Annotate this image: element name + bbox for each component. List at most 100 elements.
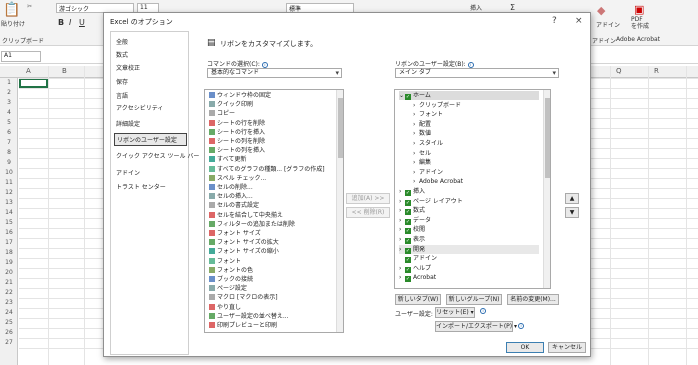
ribbon-tab-item[interactable]: › ✓ 校閲 xyxy=(399,225,425,235)
ribbon-tab-item[interactable]: › フォント xyxy=(413,110,443,119)
ribbon-tab-item[interactable]: › ✓ データ xyxy=(399,216,431,225)
row-header[interactable]: 20 xyxy=(0,269,18,279)
row-header[interactable]: 25 xyxy=(0,319,18,329)
nav-item[interactable]: クイック アクセス ツール バー xyxy=(114,150,199,161)
name-box[interactable]: A1 xyxy=(1,51,41,62)
row-header[interactable]: 14 xyxy=(0,209,18,219)
row-header[interactable]: 8 xyxy=(0,149,18,159)
addin-icon[interactable]: ◆ xyxy=(597,4,605,17)
nav-item[interactable]: 言語 xyxy=(114,90,187,101)
commands-dropdown[interactable]: 基本的なコマンド xyxy=(207,68,342,78)
ribbon-tab-item[interactable]: › ✓ ヘルプ xyxy=(399,264,431,273)
italic-button[interactable]: I xyxy=(69,18,71,27)
reset-button[interactable]: リセット(E) ▾ xyxy=(435,307,475,318)
command-item[interactable]: セルの書式設定 xyxy=(209,201,259,210)
row-header[interactable]: 6 xyxy=(0,129,18,139)
nav-item[interactable]: トラスト センター xyxy=(114,181,187,192)
tab-checkbox[interactable]: ✓ xyxy=(405,276,411,283)
nav-item[interactable]: 全般 xyxy=(114,36,187,47)
ribbon-tab-item[interactable]: › ✓ 表示 xyxy=(399,235,425,244)
nav-item[interactable]: 文章校正 xyxy=(114,62,187,73)
row-header[interactable]: 1 xyxy=(0,79,18,89)
command-item[interactable]: すべて更新 xyxy=(209,155,246,164)
ribbon-dropdown[interactable]: メイン タブ xyxy=(395,68,559,78)
nav-item[interactable]: アクセシビリティ xyxy=(114,102,187,113)
row-header[interactable]: 15 xyxy=(0,219,18,229)
cut-icon[interactable]: ✂ xyxy=(27,3,32,10)
row-header[interactable]: 9 xyxy=(0,159,18,169)
row-header[interactable]: 5 xyxy=(0,119,18,129)
command-item[interactable]: やり直し xyxy=(209,303,241,312)
ribbon-tab-item[interactable]: › クリップボード xyxy=(413,101,461,110)
rename-button[interactable]: 名前の変更(M)... xyxy=(507,294,559,305)
row-header[interactable]: 27 xyxy=(0,339,18,349)
tab-checkbox[interactable]: ✓ xyxy=(405,199,411,206)
row-header[interactable]: 23 xyxy=(0,299,18,309)
column-header[interactable]: A xyxy=(26,67,31,75)
row-header[interactable]: 16 xyxy=(0,229,18,239)
command-item[interactable]: すべてのグラフの種類... [グラフの作成] xyxy=(209,165,325,174)
tab-checkbox[interactable]: ✓ xyxy=(405,257,411,264)
tabs-scrollbar[interactable] xyxy=(543,90,550,288)
column-header[interactable]: R xyxy=(654,67,659,75)
row-header[interactable]: 2 xyxy=(0,89,18,99)
command-item[interactable]: コピー xyxy=(209,109,235,118)
underline-button[interactable]: U xyxy=(79,18,85,27)
command-item[interactable]: フォント サイズの縮小 xyxy=(209,247,279,256)
insert-cells-button[interactable]: 挿入 xyxy=(470,3,482,12)
row-header[interactable]: 7 xyxy=(0,139,18,149)
command-item[interactable]: フィルターの追加または削除 xyxy=(209,220,295,229)
pdf-icon[interactable]: ▣ xyxy=(634,3,644,16)
tab-checkbox[interactable]: ✓ xyxy=(405,266,411,273)
ribbon-tab-item[interactable]: › アドイン xyxy=(413,168,443,177)
nav-item[interactable]: 数式 xyxy=(114,49,187,60)
ribbon-tab-item[interactable]: › ✓ ページ レイアウト xyxy=(399,197,463,206)
command-item[interactable]: フォント サイズの拡大 xyxy=(209,238,279,247)
command-item[interactable]: フォント xyxy=(209,257,241,266)
command-item[interactable]: ブックの接続 xyxy=(209,275,253,284)
ok-button[interactable]: OK xyxy=(506,342,544,353)
nav-item[interactable]: 保存 xyxy=(114,76,187,87)
command-item[interactable]: ユーザー設定の並べ替え... xyxy=(209,312,289,321)
command-item[interactable]: シートの行を削除 xyxy=(209,119,265,128)
move-down-button[interactable]: ▼ xyxy=(565,207,579,218)
close-button[interactable]: × xyxy=(575,16,583,26)
nav-item[interactable]: リボンのユーザー設定 xyxy=(114,133,187,146)
new-group-button[interactable]: 新しいグループ(N) xyxy=(446,294,502,305)
paste-icon[interactable]: 📋 xyxy=(3,2,20,18)
commands-list[interactable]: ウィンドウ枠の固定 クイック印刷 コピー シートの行を削除 シートの行を挿入 シートの列を… xyxy=(204,89,344,333)
tab-checkbox[interactable]: ✓ xyxy=(405,228,411,235)
command-item[interactable]: フォント サイズ xyxy=(209,229,261,238)
ribbon-tab-item[interactable]: › 編集 xyxy=(413,158,431,167)
ribbon-tab-item[interactable]: › ✓ 数式 xyxy=(399,206,425,216)
ribbon-tab-item[interactable]: ⌄ ✓ ホーム xyxy=(399,91,539,100)
help-button[interactable]: ? xyxy=(552,16,557,26)
command-item[interactable]: クイック印刷 xyxy=(209,100,253,109)
row-header[interactable]: 13 xyxy=(0,199,18,209)
import-export-button[interactable]: インポート/エクスポート(P) ▾ xyxy=(435,321,517,332)
row-header[interactable]: 4 xyxy=(0,109,18,119)
create-pdf-button[interactable]: PDF を作成 xyxy=(631,16,649,30)
ribbon-tab-item[interactable]: › 配置 xyxy=(413,120,431,129)
tab-checkbox[interactable]: ✓ xyxy=(405,238,411,244)
autosum-icon[interactable]: Σ xyxy=(510,3,515,12)
row-header[interactable]: 18 xyxy=(0,249,18,259)
row-header[interactable]: 19 xyxy=(0,259,18,269)
command-item[interactable]: セルの削除... xyxy=(209,183,253,192)
ribbon-tab-item[interactable]: › ✓ 開発 xyxy=(399,244,539,254)
cancel-button[interactable]: キャンセル xyxy=(548,342,586,353)
add-button[interactable]: 追加(A) >> xyxy=(346,193,390,204)
column-header[interactable]: Q xyxy=(616,67,622,75)
active-cell[interactable] xyxy=(19,78,48,88)
commands-scrollbar[interactable] xyxy=(336,90,343,332)
command-item[interactable]: シートの列を削除 xyxy=(209,137,265,146)
nav-item[interactable]: アドイン xyxy=(114,167,187,178)
tab-checkbox[interactable]: ✓ xyxy=(405,218,411,225)
paste-label[interactable]: 貼り付け xyxy=(1,19,25,28)
command-item[interactable]: セルの挿入... xyxy=(209,192,253,201)
ribbon-tab-item[interactable]: › 数値 xyxy=(413,129,431,138)
ribbon-tab-item[interactable]: ✓ アドイン xyxy=(399,254,437,264)
row-header[interactable]: 21 xyxy=(0,279,18,289)
command-item[interactable]: シートの列を挿入 xyxy=(209,146,265,155)
command-item[interactable]: スペル チェック... xyxy=(209,174,266,183)
